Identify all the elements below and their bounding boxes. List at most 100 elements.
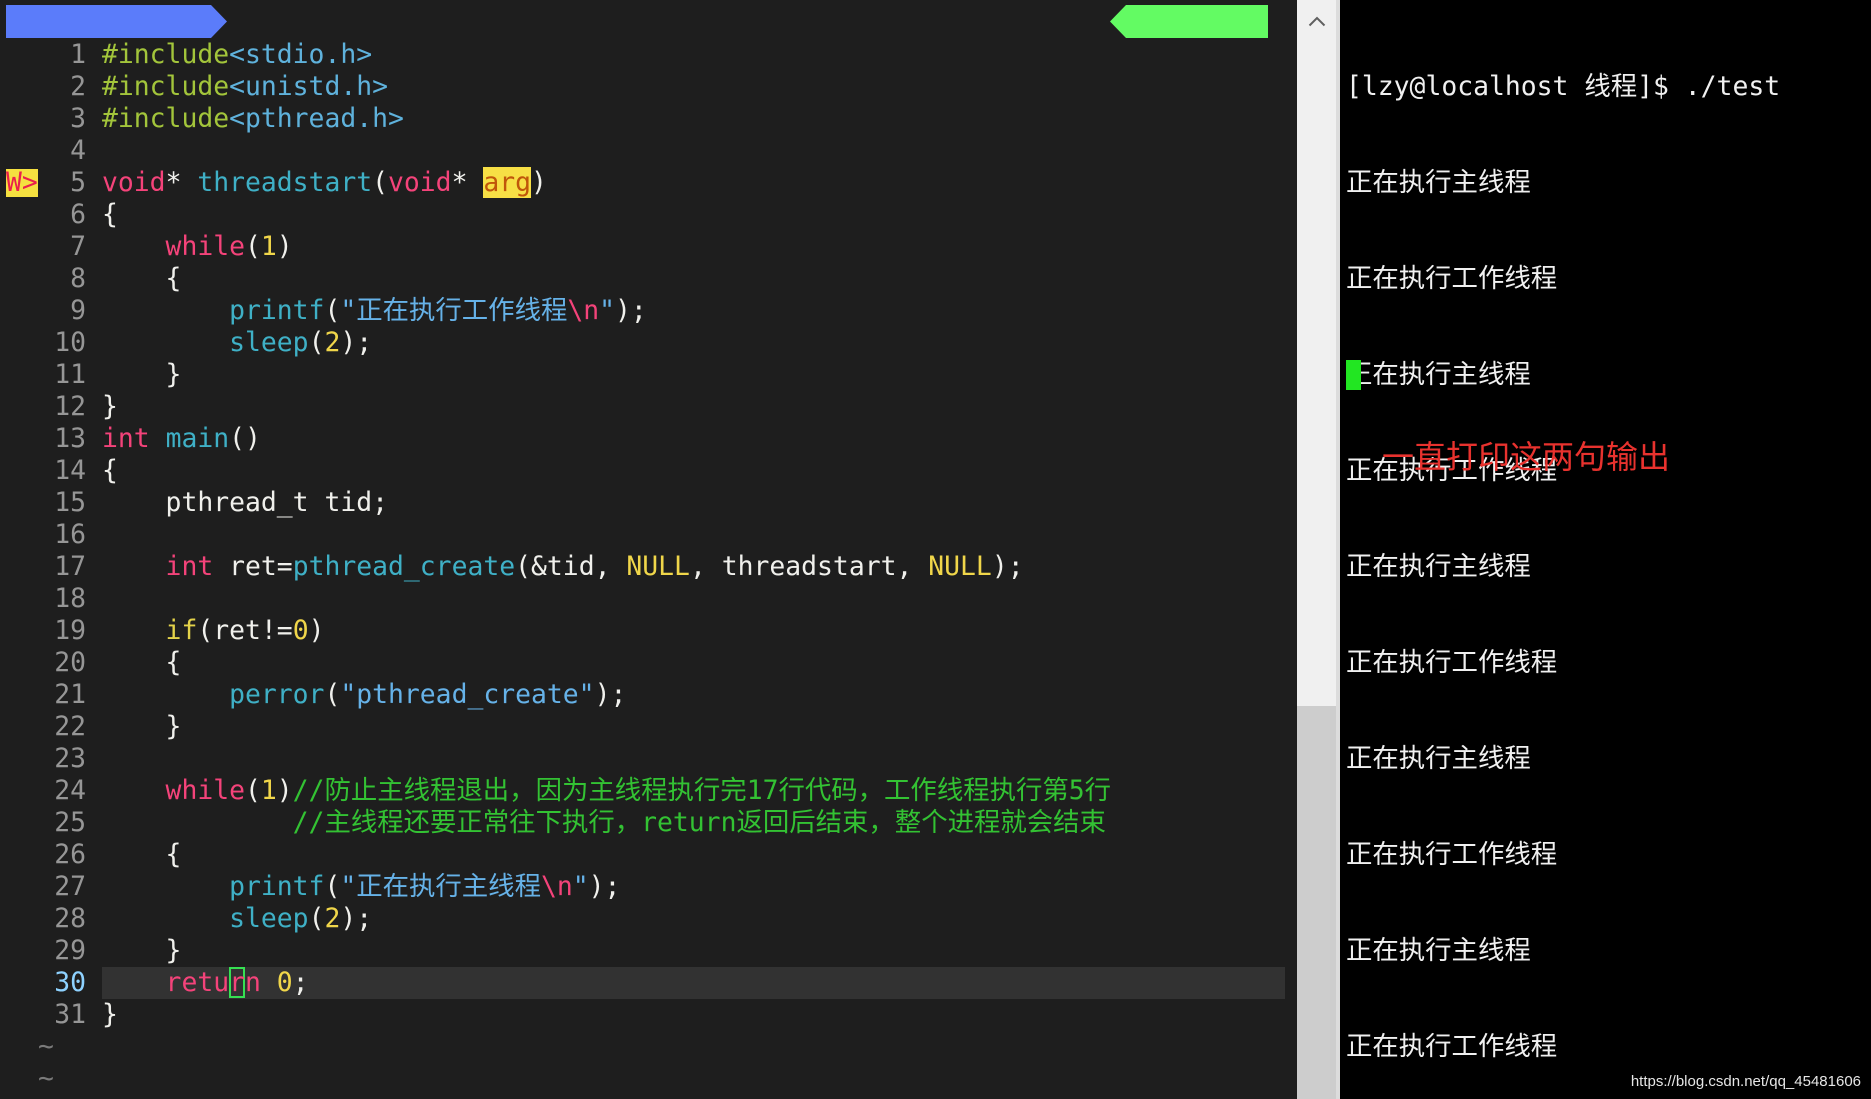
code-token: ret= [213,551,293,582]
code-token: ) [276,231,293,262]
code-token: if [102,615,198,646]
code-line[interactable]: 8 { [6,263,1285,295]
code-token: perror [102,679,325,710]
warning-sign: W> [6,167,38,198]
code-line[interactable]: 24 while(1)//防止主线程退出，因为主线程执行完17行代码，工作线程执… [6,775,1285,807]
editor-text-area[interactable]: 1 #include<stdio.h> 2 #include<unistd.h> 3 #i… [6,39,1285,1095]
sign-column [6,519,38,551]
line-number: 15 [54,487,86,518]
code-token: * [451,167,484,198]
code-token: #include [102,39,230,70]
code-line[interactable]: 12} [6,391,1285,423]
line-code: sleep(2); [102,327,1285,359]
code-token: ( [308,327,325,358]
code-token: { [102,455,118,486]
sign-column [6,775,38,807]
code-token: ( [372,167,389,198]
scroll-thumb[interactable] [1297,706,1336,1099]
line-number: 9 [70,295,86,326]
code-token: ( [324,679,341,710]
terminal-prompt-line: [lzy@localhost 线程]$ ./test [1346,71,1781,102]
code-line[interactable]: 11 } [6,359,1285,391]
code-line[interactable]: 2 #include<unistd.h> [6,71,1285,103]
code-line[interactable]: 25 //主线程还要正常往下执行，return返回后结束，整个进程就会结束 [6,807,1285,839]
code-token: sleep [102,903,309,934]
code-line[interactable]: 28 sleep(2); [6,903,1285,935]
vim-editor-pane[interactable]: 1: test.c buffers 1 #include<stdio.h>2#in… [0,0,1297,1099]
code-line[interactable]: 9 printf("正在执行工作线程\n"); [6,295,1285,327]
tab-test-c[interactable]: 1: test.c [6,5,227,38]
code-line[interactable]: 19 if(ret!=0) [6,615,1285,647]
sign-column [6,487,38,519]
code-line[interactable]: W> 5 void* threadstart(void* arg) [6,167,1285,199]
line-code: { [102,647,1285,679]
line-code: printf("正在执行工作线程\n"); [102,295,1285,327]
code-line[interactable]: 21 perror("pthread_create"); [6,679,1285,711]
code-line[interactable]: 22 } [6,711,1285,743]
code-line[interactable]: 23 [6,743,1285,775]
line-code: } [102,391,1285,423]
code-token: pthread_create [292,551,516,582]
code-token: <unistd.h> [229,71,388,102]
code-line[interactable]: 14 { [6,455,1285,487]
code-token: ( [245,775,261,806]
terminal-pane[interactable]: [lzy@localhost 线程]$ ./test 正在执行主线程 正在执行工… [1340,0,1871,1099]
sign-column [6,39,38,71]
code-token: printf [102,295,325,326]
terminal-output-line: 正在执行主线程 [1346,167,1531,198]
empty-buffer-line: ~ [6,1063,1285,1095]
sign-column [6,583,38,615]
code-line-current[interactable]: 30 return 0; [6,967,1285,999]
code-line[interactable]: 17 int ret=pthread_create(&tid, NULL, th… [6,551,1285,583]
code-line[interactable]: 3 #include<pthread.h> [6,103,1285,135]
code-token: (&tid, [515,551,627,582]
empty-buffer-line: ~ [6,1031,1285,1063]
sign-column [6,263,38,295]
line-code: //主线程还要正常往下执行，return返回后结束，整个进程就会结束 [102,807,1285,839]
sign-column [6,871,38,903]
line-code: { [102,199,1285,231]
line-number: 7 [70,231,86,262]
line-code: if(ret!=0) [102,615,1285,647]
code-line[interactable]: 18 [6,583,1285,615]
code-line[interactable]: 16 [6,519,1285,551]
code-token: <pthread.h> [229,103,404,134]
code-line[interactable]: 29 } [6,935,1285,967]
line-number: 22 [54,711,86,742]
code-token: } [102,935,182,966]
tilde-marker: ~ [38,1031,54,1062]
terminal-output-line: 正在执行工作线程 [1346,647,1558,678]
code-token: " [572,871,589,902]
code-line[interactable]: 27 printf("正在执行主线程\n"); [6,871,1285,903]
line-code: { [102,839,1285,871]
code-line[interactable]: 15 pthread_t tid; [6,487,1285,519]
code-line[interactable]: 10 sleep(2); [6,327,1285,359]
code-line[interactable]: 6{ [6,199,1285,231]
code-token: (ret!= [197,615,293,646]
buffers-indicator[interactable]: buffers [1110,5,1268,38]
code-line[interactable]: 31} [6,999,1285,1031]
code-line[interactable]: 13 int main() [6,423,1285,455]
line-code: } [102,359,1285,391]
code-token: //防止主线程退出，因为主线程执行完17行代码，工作线程执行第5行 [292,775,1112,806]
line-number: 31 [54,999,86,1030]
scroll-up-button[interactable] [1297,0,1336,42]
sign-column [6,359,38,391]
code-token: ( [308,903,325,934]
line-number: 1 [70,39,86,70]
code-line[interactable]: 7 while(1) [6,231,1285,263]
scrollbar[interactable] [1297,0,1336,1099]
code-line[interactable]: 4 [6,135,1285,167]
code-line[interactable]: 26 { [6,839,1285,871]
code-line[interactable]: 1 #include<stdio.h> [6,39,1285,71]
code-token: void [102,167,166,198]
line-code: #include<stdio.h> [102,39,1285,71]
line-number: 28 [54,903,86,934]
line-number: 5 [70,167,86,198]
code-token: <stdio.h> [229,39,373,70]
sign-column [6,391,38,423]
code-line[interactable]: 20 { [6,647,1285,679]
sign-column [6,711,38,743]
